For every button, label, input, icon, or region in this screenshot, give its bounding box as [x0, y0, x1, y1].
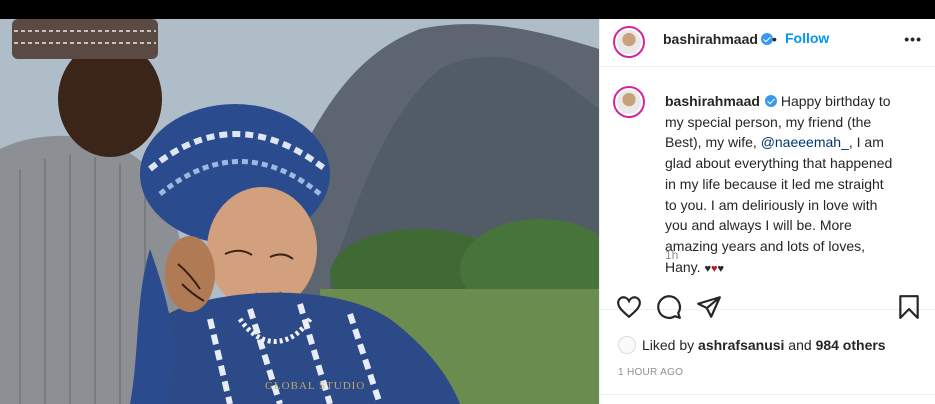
share-icon[interactable]: [696, 294, 722, 320]
caption-timestamp[interactable]: 1h: [665, 248, 678, 262]
post-side-panel: bashirahmaad • Follow ••• bashirahmaad H…: [599, 19, 935, 404]
author-username[interactable]: bashirahmaad: [663, 31, 758, 47]
likes-summary: Liked by ashrafsanusi and 984 others: [618, 336, 886, 354]
likes-others-link[interactable]: 984 others: [816, 337, 886, 353]
caption-after-mention: , I am glad about everything that happen…: [665, 134, 893, 275]
hearts-emoji-icon: ♥♥♥: [704, 262, 725, 275]
separator-dot: •: [772, 31, 777, 47]
likes-middle: and: [784, 337, 816, 353]
caption-avatar[interactable]: [613, 86, 645, 118]
mention-link[interactable]: @naeeemah_: [761, 134, 849, 150]
author-avatar[interactable]: [613, 26, 645, 58]
photo-watermark: GLOBAL STUDIO: [265, 380, 366, 392]
photo-illustration: [0, 19, 599, 404]
post-header: bashirahmaad • Follow •••: [600, 19, 935, 67]
liker-avatar[interactable]: [618, 336, 636, 354]
caption-verified-icon: [764, 95, 777, 107]
more-options-icon[interactable]: •••: [904, 31, 922, 47]
likes-prefix: Liked by: [642, 337, 699, 353]
save-bookmark-icon[interactable]: [896, 294, 922, 320]
divider: [600, 394, 935, 395]
comment-icon[interactable]: [656, 294, 682, 320]
author-username-row: bashirahmaad: [663, 31, 773, 47]
caption-section: bashirahmaad Happy birthday to my specia…: [600, 67, 935, 310]
action-bar: [600, 290, 935, 330]
like-heart-icon[interactable]: [616, 294, 642, 320]
post-photo[interactable]: GLOBAL STUDIO: [0, 19, 599, 404]
caption-text: bashirahmaad Happy birthday to my specia…: [665, 91, 897, 279]
posted-time[interactable]: 1 HOUR AGO: [618, 367, 683, 378]
follow-button[interactable]: Follow: [785, 30, 829, 46]
liker-username[interactable]: ashrafsanusi: [698, 337, 784, 353]
caption-username[interactable]: bashirahmaad: [665, 93, 760, 109]
